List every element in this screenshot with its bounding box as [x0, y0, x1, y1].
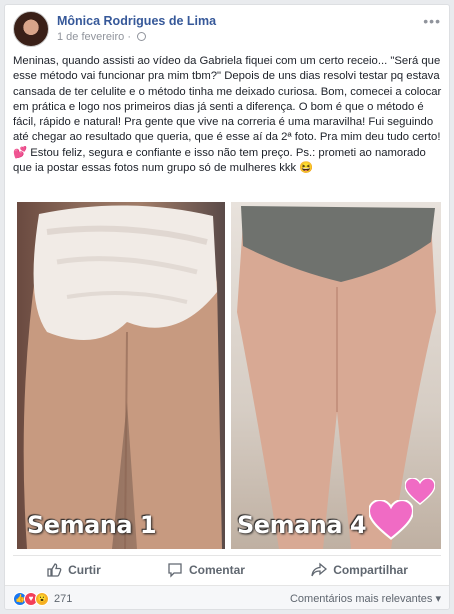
comment-button[interactable]: Comentar — [167, 562, 245, 578]
action-bar: Curtir Comentar Compartilhar — [13, 555, 441, 583]
pink-heart-large-icon — [369, 500, 413, 540]
author-name[interactable]: Mônica Rodrigues de Lima — [57, 14, 216, 28]
post-date[interactable]: 1 de fevereiro — [57, 31, 124, 43]
comment-label: Comentar — [188, 562, 245, 577]
reaction-summary[interactable]: 👍 ♥ 😮 271 — [13, 591, 73, 606]
thumbs-up-icon — [47, 562, 62, 577]
date-separator: · — [127, 31, 131, 43]
reaction-count: 271 — [54, 592, 73, 605]
caption-week-4: Semana 4 — [237, 511, 367, 539]
caption-week-1: Semana 1 — [27, 511, 157, 539]
photo-after[interactable]: Semana 4 — [231, 202, 441, 549]
globe-icon — [137, 32, 147, 41]
share-button[interactable]: Compartilhar — [311, 562, 408, 578]
post-card: Mônica Rodrigues de Lima 1 de fevereiro … — [4, 4, 450, 610]
more-options-icon[interactable]: ••• — [423, 13, 441, 29]
share-arrow-icon — [311, 562, 328, 576]
wow-reaction-icon: 😮 — [35, 591, 49, 606]
comment-bubble-icon — [168, 562, 182, 578]
like-label: Curtir — [68, 562, 101, 577]
photo-before-figure — [23, 205, 222, 549]
pink-heart-small-icon — [405, 478, 435, 505]
post-footer: 👍 ♥ 😮 271 Comentários mais relevantes ▾ — [5, 585, 449, 609]
post-header: Mônica Rodrigues de Lima 1 de fevereiro … — [13, 11, 441, 51]
share-label: Compartilhar — [333, 562, 408, 577]
post-text: Meninas, quando assisti ao vídeo da Gabr… — [13, 55, 442, 175]
photo-before[interactable]: Semana 1 — [17, 202, 225, 549]
post-meta: 1 de fevereiro · — [57, 31, 147, 43]
avatar[interactable] — [13, 11, 49, 47]
like-button[interactable]: Curtir — [46, 562, 101, 578]
photo-grid: Semana 1 Semana 4 — [17, 202, 441, 549]
comments-sort-dropdown[interactable]: Comentários mais relevantes ▾ — [290, 592, 441, 605]
